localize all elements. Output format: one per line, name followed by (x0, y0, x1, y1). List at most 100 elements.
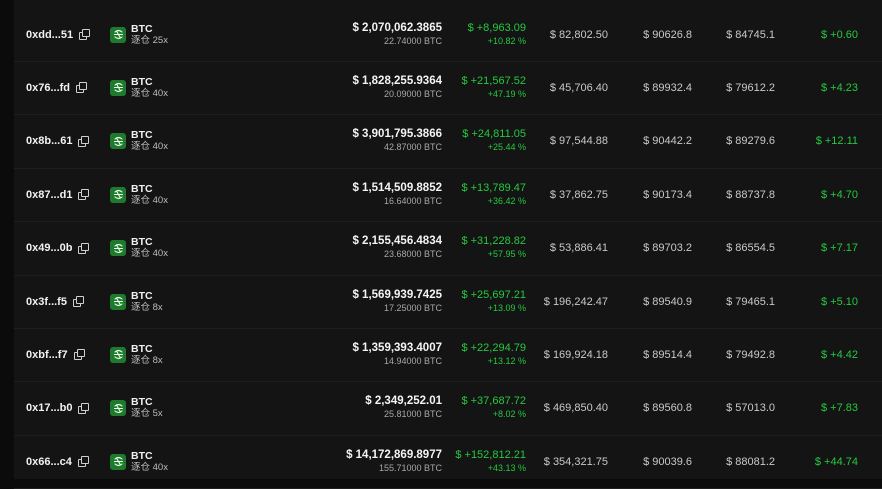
liquidation-price: $ 86554.5 (726, 242, 775, 255)
position-value: $ 2,070,062.3865 22.74000 BTC (352, 8, 442, 61)
copy-icon[interactable] (77, 456, 89, 468)
mark-price: $ 89932.4 (643, 81, 692, 94)
copy-icon[interactable] (78, 402, 90, 414)
coin-logo-icon (110, 240, 126, 257)
pnl-percent: +57.95 % (487, 249, 526, 260)
copy-icon[interactable] (72, 296, 84, 307)
mark-price: $ 89514.4 (643, 348, 692, 361)
copy-icon[interactable] (79, 29, 91, 40)
wallet-address[interactable]: 0x8b...61 (26, 115, 90, 168)
copy-icon[interactable] (78, 189, 90, 201)
funding-fee: $ +4.42 (820, 348, 858, 361)
unrealized-pnl: $ +21,567.52 +47.19 % (461, 61, 526, 114)
position-value: $ 1,569,939.7425 17.25000 BTC (352, 275, 442, 328)
leverage-label: 逐仓 40x (131, 141, 168, 153)
pnl-usd: $ +25,697.21 (461, 288, 526, 301)
coin-name: BTC (131, 22, 153, 35)
position-value: $ 14,172,869.8977 155.71000 BTC (346, 435, 442, 488)
pnl-usd: $ +31,228.82 (461, 235, 526, 248)
pnl-usd: $ +22,294.79 (461, 341, 526, 354)
copy-icon[interactable] (78, 242, 90, 254)
pnl-usd: $ +37,687.72 (461, 395, 526, 408)
unrealized-pnl: $ +152,812.21 +43.13 % (455, 435, 526, 488)
table-row[interactable]: 0xbf...f7 BTC 逐仓 8x $ 1,359,393.4007 14.… (14, 328, 882, 383)
funding-fee: $ +4.70 (820, 188, 858, 201)
coin-name: BTC (131, 129, 153, 142)
table-row[interactable]: 0x76...fd BTC 逐仓 40x $ 1,828,255.9364 20… (14, 61, 882, 116)
unrealized-pnl: $ +8,963.09 +10.82 % (468, 8, 526, 61)
liquidation-price: $ 88737.8 (726, 188, 775, 201)
pnl-usd: $ +8,963.09 (467, 21, 526, 34)
table-row[interactable]: 0xdd...51 BTC 逐仓 25x $ 2,070,062.3865 22… (14, 8, 882, 62)
position-value: $ 1,514,509.8852 16.64000 BTC (352, 168, 442, 221)
coin-cell: BTC 逐仓 40x (110, 61, 168, 114)
copy-icon[interactable] (78, 135, 90, 147)
position-size: 155.71000 BTC (378, 462, 442, 473)
value-usd: $ 2,349,252.01 (365, 395, 442, 408)
unrealized-pnl: $ +22,294.79 +13.12 % (461, 328, 526, 381)
pnl-percent: +10.82 % (487, 35, 526, 46)
coin-logo-icon (110, 79, 126, 96)
address-text: 0x17...b0 (26, 402, 73, 415)
value-usd: $ 1,359,393.4007 (352, 341, 442, 354)
liquidation-price: $ 84745.1 (726, 28, 775, 41)
copy-icon[interactable] (76, 82, 88, 94)
table-row[interactable]: 0x66...c4 BTC 逐仓 40x $ 14,172,869.8977 1… (14, 435, 882, 489)
coin-logo-icon (110, 26, 126, 43)
coin-cell: BTC 逐仓 8x (110, 275, 163, 328)
table-row[interactable]: 0x3f...f5 BTC 逐仓 8x $ 1,569,939.7425 17.… (14, 275, 882, 329)
unrealized-pnl: $ +25,697.21 +13.09 % (461, 275, 526, 328)
coin-cell: BTC 逐仓 25x (110, 8, 168, 61)
wallet-address[interactable]: 0xbf...f7 (26, 328, 85, 381)
wallet-address[interactable]: 0x49...0b (26, 222, 90, 275)
entry-price: $ 196,242.47 (543, 295, 608, 308)
value-usd: $ 14,172,869.8977 (346, 448, 442, 461)
table-row[interactable]: 0x17...b0 BTC 逐仓 5x $ 2,349,252.01 25.81… (14, 382, 882, 436)
coin-name: BTC (131, 396, 153, 409)
table-row[interactable]: 0x87...d1 BTC 逐仓 40x $ 1,514,509.8852 16… (14, 168, 882, 223)
coin-cell: BTC 逐仓 5x (110, 382, 163, 435)
address-text: 0x3f...f5 (26, 295, 67, 308)
position-size: 42.87000 BTC (383, 142, 442, 153)
leverage-label: 逐仓 40x (131, 194, 168, 206)
entry-price: $ 53,886.41 (549, 242, 608, 255)
pnl-percent: +36.42 % (487, 195, 526, 206)
position-size: 22.74000 BTC (383, 35, 442, 46)
leverage-label: 逐仓 8x (131, 301, 163, 313)
value-usd: $ 1,569,939.7425 (352, 288, 442, 301)
value-usd: $ 1,828,255.9364 (352, 74, 442, 87)
coin-logo-icon (110, 133, 126, 150)
coin-name: BTC (131, 449, 153, 462)
wallet-address[interactable]: 0x76...fd (26, 61, 88, 114)
funding-fee: $ +7.83 (820, 402, 858, 415)
address-text: 0x76...fd (26, 81, 71, 94)
wallet-address[interactable]: 0xdd...51 (26, 8, 91, 61)
position-value: $ 1,828,255.9364 20.09000 BTC (352, 61, 442, 114)
leverage-label: 逐仓 5x (131, 408, 163, 420)
address-text: 0x8b...61 (26, 135, 73, 148)
copy-icon[interactable] (73, 349, 85, 361)
mark-price: $ 89703.2 (643, 242, 692, 255)
funding-fee: $ +12.11 (815, 135, 858, 148)
wallet-address[interactable]: 0x3f...f5 (26, 275, 84, 328)
address-text: 0x87...d1 (26, 188, 73, 201)
address-text: 0x49...0b (26, 242, 73, 255)
coin-name: BTC (131, 342, 153, 355)
mark-price: $ 90626.8 (643, 28, 692, 41)
unrealized-pnl: $ +37,687.72 +8.02 % (461, 382, 526, 435)
pnl-percent: +25.44 % (487, 142, 526, 153)
coin-logo-icon (110, 293, 126, 310)
table-row[interactable]: 0x49...0b BTC 逐仓 40x $ 2,155,456.4834 23… (14, 222, 882, 276)
wallet-address[interactable]: 0x66...c4 (26, 435, 89, 488)
table-row[interactable]: 0x8b...61 BTC 逐仓 40x $ 3,901,795.3866 42… (14, 115, 882, 169)
mark-price: $ 89560.8 (643, 402, 692, 415)
value-usd: $ 2,155,456.4834 (352, 235, 442, 248)
mark-price: $ 90039.6 (643, 455, 692, 468)
address-text: 0xbf...f7 (26, 348, 68, 361)
entry-price: $ 82,802.50 (549, 28, 608, 41)
wallet-address[interactable]: 0x87...d1 (26, 168, 90, 221)
liquidation-price: $ 88081.2 (726, 455, 775, 468)
wallet-address[interactable]: 0x17...b0 (26, 382, 90, 435)
leverage-label: 逐仓 40x (131, 248, 168, 260)
coin-logo-icon (110, 400, 126, 417)
